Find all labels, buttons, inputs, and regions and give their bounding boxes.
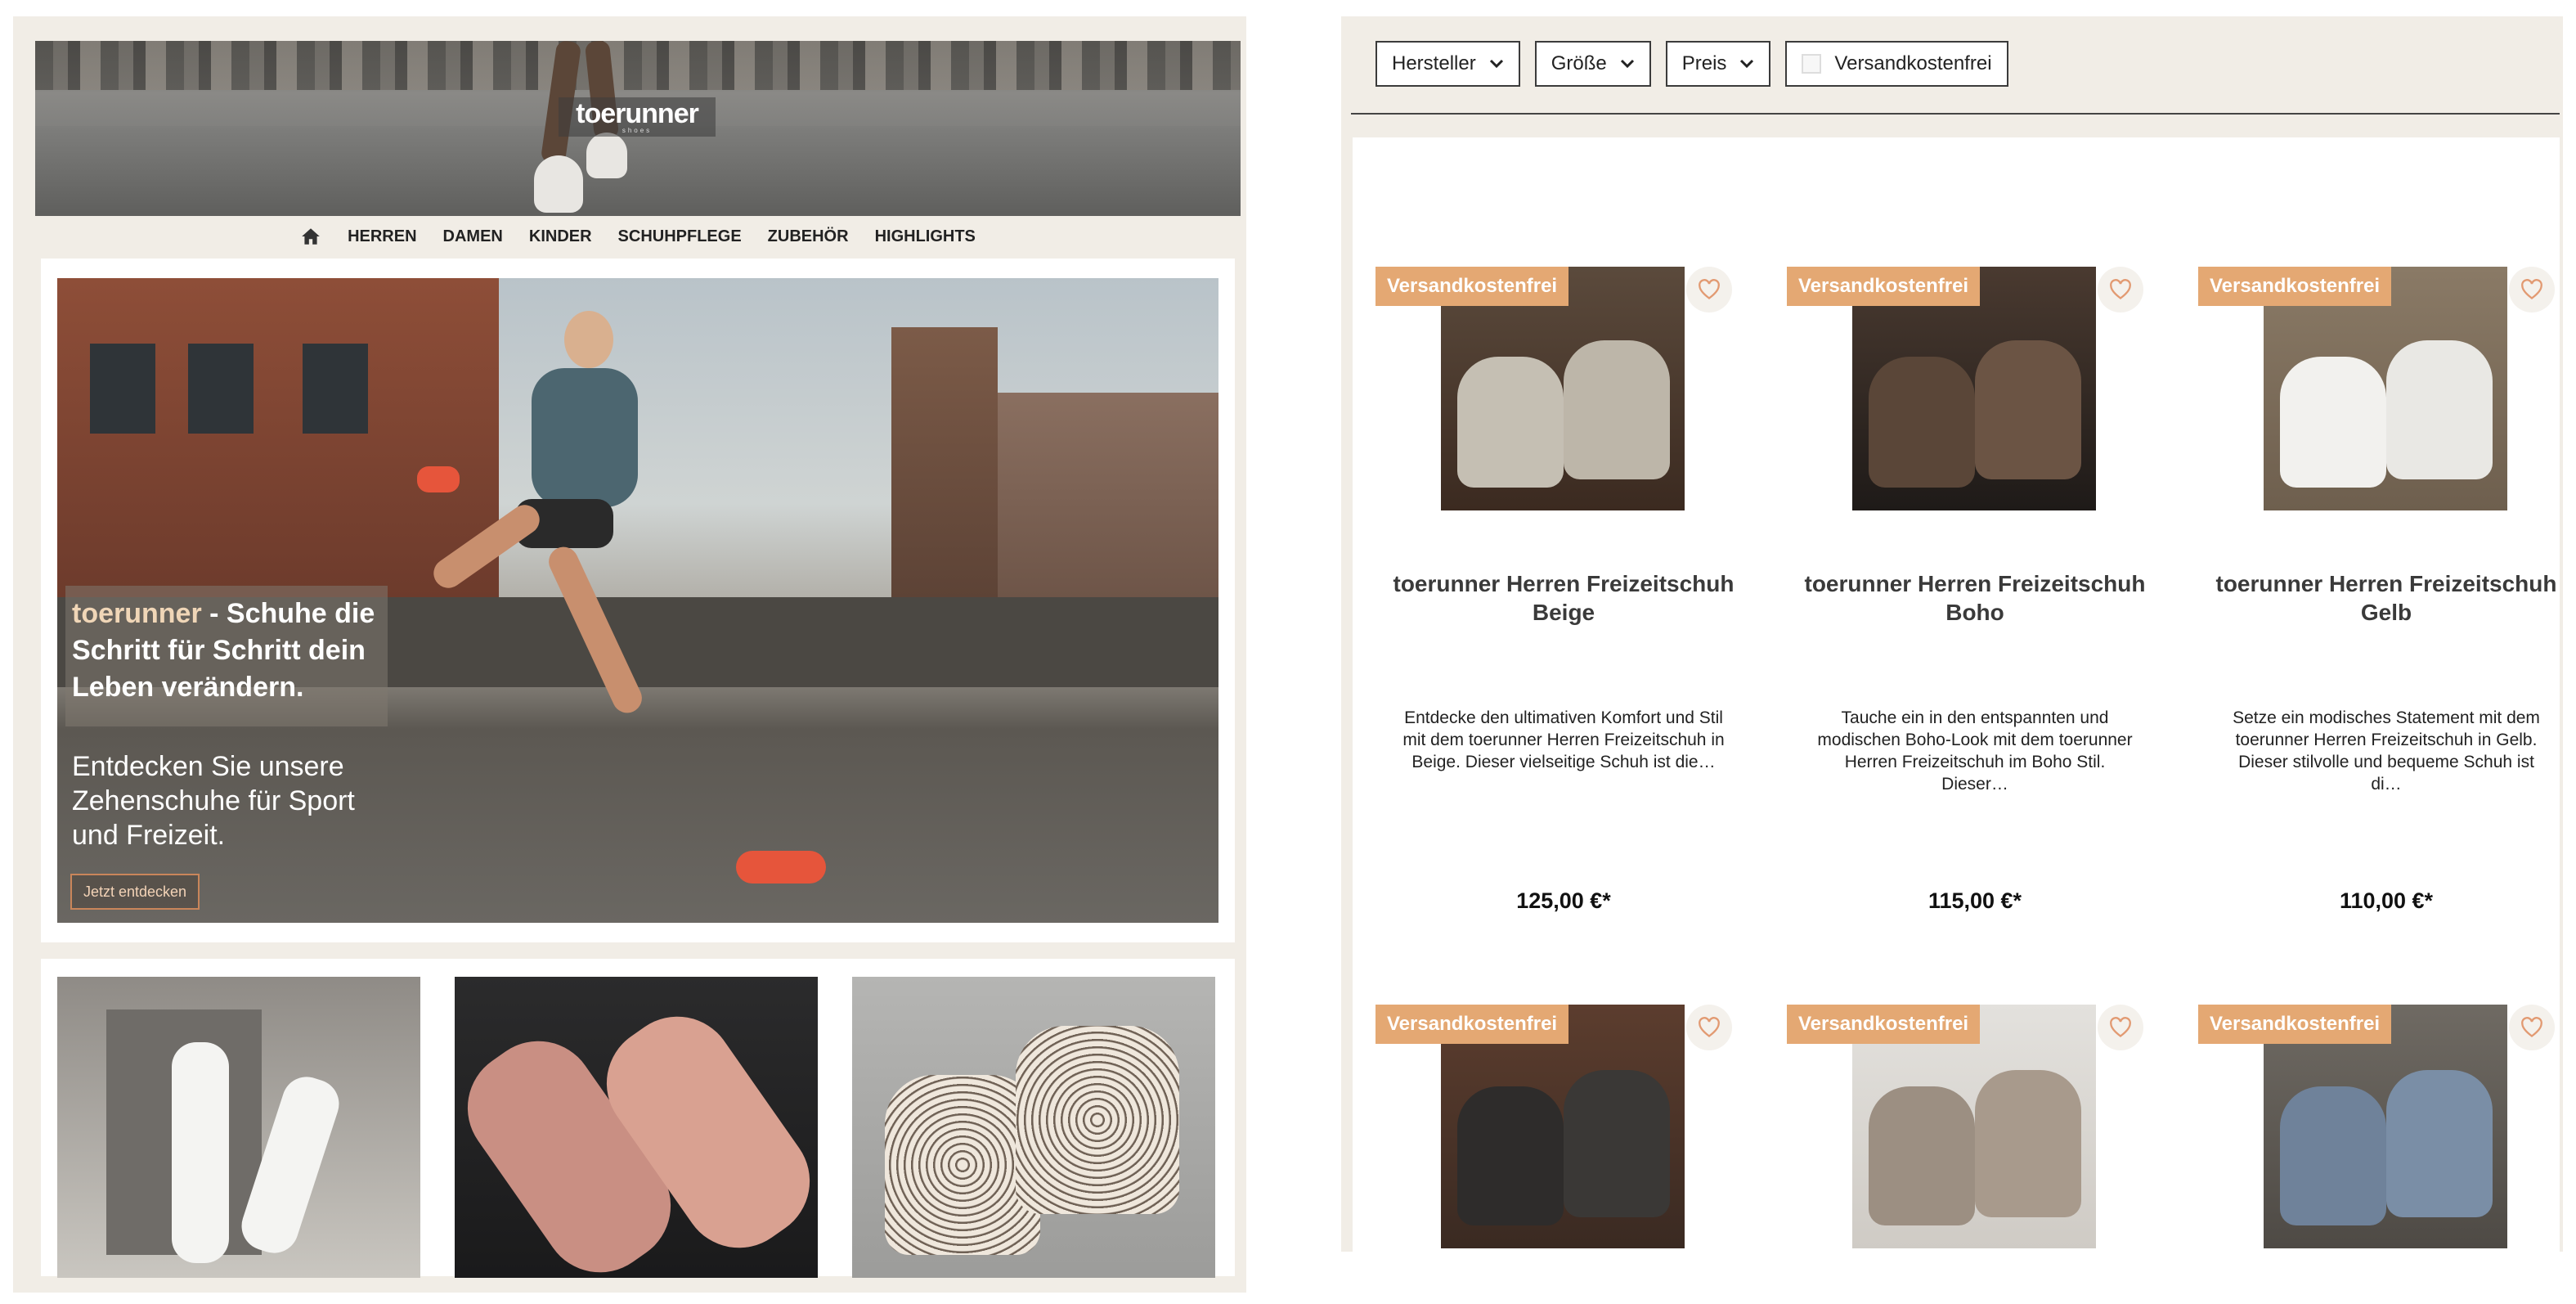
heart-icon <box>2110 1017 2131 1037</box>
free-shipping-badge: Versandkostenfrei <box>2198 267 2392 306</box>
product-card[interactable]: Versandkostenfrei toerunner Herren Freiz… <box>2198 267 2576 921</box>
filter-free-shipping[interactable]: Versandkostenfrei <box>1785 41 2008 87</box>
nav-item-schuhpflege[interactable]: SCHUHPFLEGE <box>618 227 742 246</box>
free-shipping-badge: Versandkostenfrei <box>1787 1005 1981 1044</box>
tile-insoles[interactable] <box>455 977 818 1278</box>
filter-size[interactable]: Größe <box>1534 41 1651 87</box>
product-price: 115,00 €* <box>1928 888 2022 913</box>
hero-subheadline: Entdecken Sie unsere Zehenschuhe für Spo… <box>72 751 355 851</box>
tile-toe-socks[interactable] <box>57 977 420 1278</box>
product-card[interactable]: Versandkostenfrei <box>1376 1005 1760 1250</box>
nav-item-zubehoer[interactable]: ZUBEHÖR <box>768 227 849 246</box>
product-card[interactable]: Versandkostenfrei <box>2198 1005 2576 1250</box>
wishlist-button[interactable] <box>2509 267 2555 313</box>
wishlist-button[interactable] <box>2098 1005 2143 1050</box>
product-title[interactable]: toerunner Herren Freizeitschuh Gelb <box>2198 569 2574 627</box>
free-shipping-badge: Versandkostenfrei <box>2198 1005 2392 1044</box>
product-title[interactable]: toerunner Herren Freizeitschuh Beige <box>1376 569 1752 627</box>
product-description: Setze ein modisches Statement mit dem to… <box>2233 708 2540 794</box>
divider <box>1351 113 2560 115</box>
filter-size-label: Größe <box>1551 52 1607 74</box>
logo-subtitle: shoes <box>622 127 653 134</box>
heart-icon <box>1699 279 1720 299</box>
heart-icon <box>2110 279 2131 299</box>
filter-price-label: Preis <box>1681 52 1727 74</box>
hero-brand: toerunner <box>72 598 202 629</box>
wishlist-button[interactable] <box>1686 267 1732 313</box>
nav-item-kinder[interactable]: KINDER <box>529 227 592 246</box>
hero-headline: toerunner - Schuhe die Schritt für Schri… <box>72 596 399 706</box>
logo-text: toerunner <box>576 98 699 129</box>
product-title[interactable]: toerunner Herren Freizeitschuh Boho <box>1787 569 2163 627</box>
product-description: Tauche ein in den entspannten und modisc… <box>1817 708 2133 794</box>
wishlist-button[interactable] <box>1686 1005 1732 1050</box>
heart-icon <box>1699 1017 1720 1037</box>
logo[interactable]: toerunner shoes <box>559 97 716 137</box>
product-card[interactable]: Versandkostenfrei <box>1787 1005 2171 1250</box>
product-card[interactable]: Versandkostenfrei toerunner Herren Freiz… <box>1787 267 2171 921</box>
discover-button[interactable]: Jetzt entdecken <box>70 874 200 910</box>
filter-free-shipping-label: Versandkostenfrei <box>1834 52 1992 74</box>
heart-icon <box>2521 279 2542 299</box>
tile-leopard-shoes[interactable] <box>852 977 1215 1278</box>
product-card[interactable]: Versandkostenfrei toerunner Herren Freiz… <box>1376 267 1760 921</box>
nav-item-highlights[interactable]: HIGHLIGHTS <box>875 227 976 246</box>
nav-item-herren[interactable]: HERREN <box>348 227 416 246</box>
product-price: 110,00 €* <box>2339 888 2434 913</box>
filter-manufacturer[interactable]: Hersteller <box>1376 41 1520 87</box>
nav-item-damen[interactable]: DAMEN <box>443 227 503 246</box>
main-nav: HERREN DAMEN KINDER SCHUHPFLEGE ZUBEHÖR … <box>35 216 1241 257</box>
filter-manufacturer-label: Hersteller <box>1392 52 1476 74</box>
chevron-down-icon <box>1740 59 1754 69</box>
free-shipping-badge: Versandkostenfrei <box>1376 267 1569 306</box>
chevron-down-icon <box>1620 59 1634 69</box>
wishlist-button[interactable] <box>2509 1005 2555 1050</box>
filter-price[interactable]: Preis <box>1665 41 1771 87</box>
wishlist-button[interactable] <box>2098 267 2143 313</box>
free-shipping-badge: Versandkostenfrei <box>1787 267 1981 306</box>
home-icon[interactable] <box>300 226 321 247</box>
free-shipping-checkbox[interactable] <box>1802 54 1822 74</box>
product-description: Entdecke den ultimativen Komfort und Sti… <box>1402 708 1725 771</box>
heart-icon <box>2521 1017 2542 1037</box>
filter-bar: Hersteller Größe Preis Versandkostenfrei <box>1351 31 2008 97</box>
free-shipping-badge: Versandkostenfrei <box>1376 1005 1569 1044</box>
chevron-down-icon <box>1489 59 1503 69</box>
product-price: 125,00 €* <box>1516 888 1611 913</box>
